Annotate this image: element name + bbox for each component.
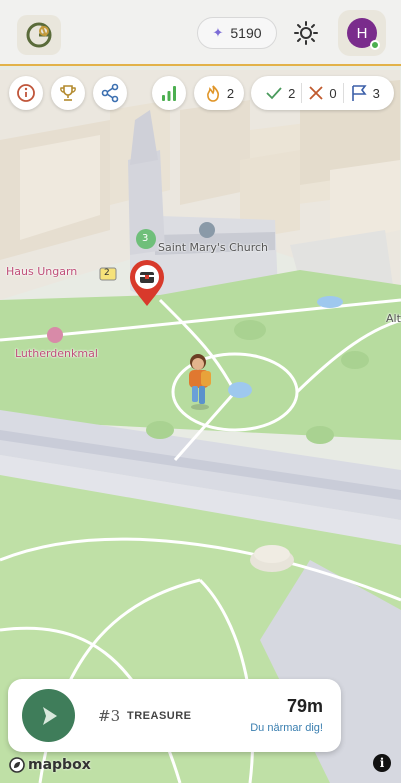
cross-icon	[309, 86, 324, 100]
attribution-info-label: i	[379, 756, 385, 770]
share-button[interactable]	[93, 76, 127, 110]
navigation-arrow-icon	[42, 706, 57, 725]
mapbox-logo-icon	[9, 757, 25, 773]
quest-distance: 79m	[286, 696, 323, 716]
divider	[342, 83, 344, 103]
lutherdenkmal-label: Lutherdenkmal	[15, 347, 98, 360]
info-icon	[17, 84, 35, 102]
wrong-stat: 0	[308, 85, 337, 101]
trophy-icon	[60, 85, 76, 101]
mapbox-label: mapbox	[28, 757, 91, 773]
compass-logo-icon[interactable]	[17, 15, 61, 55]
leaderboard-button[interactable]	[51, 76, 85, 110]
profile-button[interactable]: H	[338, 10, 386, 56]
flag-icon	[351, 85, 367, 101]
wrong-value: 0	[329, 85, 337, 101]
map-canvas[interactable]	[0, 66, 401, 783]
quest-card[interactable]: #3 TREASURE 79m Du närmar dig!	[8, 679, 341, 752]
divider	[301, 83, 303, 103]
correct-stat: 2	[265, 84, 295, 102]
correct-value: 2	[288, 85, 296, 101]
proximity-hint: Du närmar dig!	[250, 722, 323, 734]
mapbox-attribution[interactable]: mapbox	[9, 757, 91, 773]
points-value: 5190	[230, 25, 262, 41]
cluster-count[interactable]: 3	[142, 233, 148, 244]
haus-ungarn-label: Haus Ungarn	[6, 265, 78, 278]
player-character	[185, 352, 215, 410]
attribution-info-button[interactable]: i	[373, 754, 391, 772]
score-pill[interactable]: 2 0 3	[251, 76, 394, 110]
avatar-initial: H	[356, 24, 368, 42]
share-icon	[101, 83, 119, 103]
alt-label: Alt	[386, 312, 401, 325]
streak-pill[interactable]: 2	[194, 76, 244, 110]
quest-number: #3	[98, 707, 121, 725]
church-label: Saint Mary's Church	[158, 241, 268, 254]
avatar: H	[347, 18, 380, 50]
streak-value: 2	[226, 85, 235, 101]
treasure-marker[interactable]	[128, 258, 166, 308]
signal-bars-icon	[162, 86, 176, 101]
app-header: ✦ 5190 H	[0, 0, 401, 66]
points-counter[interactable]: ✦ 5190	[197, 17, 277, 49]
signal-button[interactable]	[152, 76, 186, 110]
sun-icon[interactable]	[291, 17, 321, 49]
flame-icon	[206, 85, 219, 102]
check-icon	[266, 87, 282, 100]
info-button[interactable]	[9, 76, 43, 110]
flags-stat: 3	[350, 84, 380, 102]
sparkle-icon: ✦	[212, 25, 224, 40]
road-badge: 2	[104, 268, 110, 278]
online-status-dot	[370, 40, 380, 50]
navigate-button[interactable]	[22, 689, 75, 742]
quest-type: TREASURE	[127, 710, 192, 722]
map-drawing	[0, 66, 401, 783]
flags-value: 3	[372, 85, 380, 101]
